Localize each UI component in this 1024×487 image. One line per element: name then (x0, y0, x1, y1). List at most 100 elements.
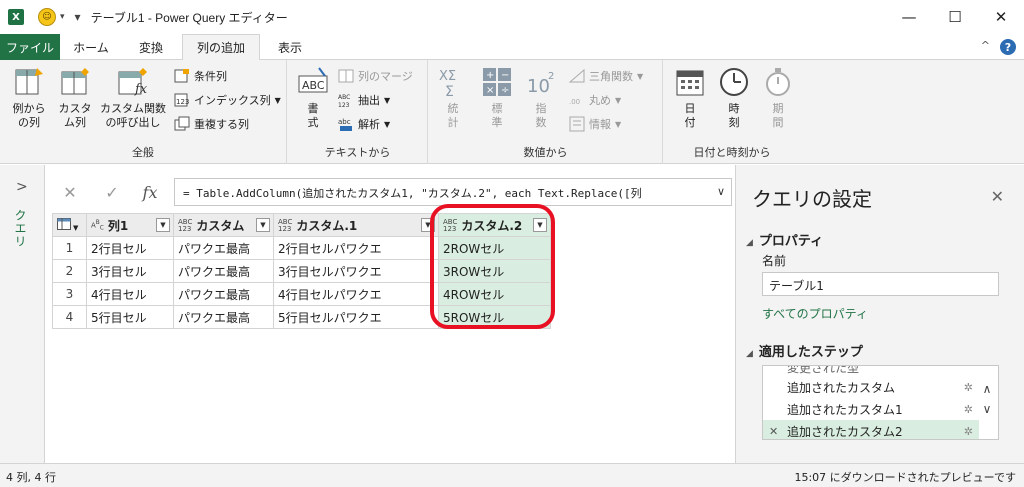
stopwatch-icon (762, 66, 794, 98)
format-label: 書 式 (307, 102, 319, 129)
row-number[interactable]: 4 (52, 305, 87, 329)
minimize-button[interactable]: — (886, 0, 932, 34)
table-cell[interactable]: パワクエ最高 (173, 259, 274, 283)
column-filter-button[interactable]: ▼ (256, 218, 270, 232)
cancel-formula-icon[interactable]: ✕ (58, 180, 82, 204)
column-filter-button[interactable]: ▼ (156, 218, 170, 232)
table-cell[interactable]: パワクエ最高 (173, 305, 274, 329)
tab-file[interactable]: ファイル (0, 34, 60, 60)
duplicate-column-label: 重複する列 (194, 118, 249, 131)
table-cell[interactable]: 3行目セル (86, 259, 174, 283)
gear-icon[interactable]: ✲ (964, 381, 973, 394)
gear-icon[interactable]: ✲ (964, 403, 973, 416)
table-cell[interactable]: パワクエ最高 (173, 282, 274, 306)
row-number[interactable]: 2 (52, 259, 87, 283)
table-cell[interactable]: 5行目セルパワクエ (273, 305, 439, 329)
column-header-custom1[interactable]: ABC 123 カスタム.1 ▼ (273, 213, 439, 237)
trigonometry-button[interactable]: 三角関数 ▼ (568, 68, 643, 84)
duplicate-column-button[interactable]: 重複する列 (174, 116, 249, 132)
index-column-dropdown-icon[interactable]: ▼ (275, 96, 281, 105)
invoke-custom-function-button[interactable]: fx カスタム関数 の呼び出し (96, 66, 170, 130)
index-column-label: インデックス列 (194, 94, 271, 107)
help-icon[interactable]: ? (1000, 39, 1016, 55)
statistics-button[interactable]: XΣ Σ 統 計 (435, 66, 471, 130)
applied-steps-section[interactable]: ◢ 適用したステップ (746, 341, 863, 360)
scroll-up-icon[interactable]: ∧ (983, 382, 992, 396)
table-cell[interactable]: 2行目セル (86, 236, 174, 260)
extract-button[interactable]: ABC 123 抽出 ▼ (338, 92, 390, 109)
tab-add-column[interactable]: 列の追加 (182, 34, 260, 61)
date-button[interactable]: 日 付 (672, 66, 708, 130)
information-button[interactable]: 情報 ▼ (569, 116, 621, 132)
collapse-triangle-icon[interactable]: ◢ (746, 238, 753, 248)
table-cell[interactable]: 2行目セルパワクエ (273, 236, 439, 260)
feedback-smiley-icon[interactable]: ☺ (38, 8, 56, 26)
parse-dropdown-icon[interactable]: ▼ (384, 120, 390, 129)
collapse-ribbon-icon[interactable]: ^ (981, 39, 990, 52)
table-menu-icon[interactable]: ▼ (52, 213, 87, 237)
confirm-formula-icon[interactable]: ✓ (100, 180, 124, 204)
expand-formula-icon[interactable]: ∨ (717, 185, 725, 198)
type-any-icon[interactable]: ABC 123 (178, 219, 192, 233)
table-cell[interactable]: 4行目セルパワクエ (273, 282, 439, 306)
gear-icon[interactable]: ✲ (964, 425, 973, 438)
smiley-dropdown-icon[interactable]: ▾ (60, 12, 65, 22)
queries-pane-label[interactable]: クエリ (12, 209, 29, 248)
standard-label: 標 準 (491, 102, 503, 129)
format-button[interactable]: ABC 書 式 (296, 66, 330, 130)
row-number[interactable]: 1 (52, 236, 87, 260)
step-item-selected[interactable]: ✕ 追加されたカスタム2 ✲ (763, 420, 979, 439)
type-any-icon[interactable]: ABC 123 (278, 219, 292, 233)
query-settings-title: クエリの設定 (752, 187, 872, 211)
merge-columns-button[interactable]: 列のマージ (338, 68, 413, 84)
scientific-label: 指 数 (535, 102, 547, 129)
scientific-button[interactable]: 10 2 指 数 (523, 66, 559, 130)
step-item[interactable]: 追加されたカスタム1 ✲ (763, 398, 979, 420)
preview-download-status: 15:07 にダウンロードされたプレビューです (794, 471, 1016, 484)
standard-button[interactable]: + − × ÷ 標 準 (479, 66, 515, 130)
duration-label: 期 間 (772, 102, 784, 129)
delete-step-icon[interactable]: ✕ (769, 425, 778, 438)
duplicate-column-icon (174, 116, 190, 132)
expand-queries-icon[interactable]: > (16, 179, 28, 195)
column-header-col1[interactable]: ABC 列1 ▼ (86, 213, 174, 237)
formula-text: = Table.AddColumn(追加されたカスタム1, "カスタム.2", … (183, 187, 642, 200)
steps-scrollbar[interactable]: ∧ ∨ (978, 368, 996, 416)
maximize-button[interactable]: ☐ (932, 0, 978, 34)
svg-text:2: 2 (548, 71, 554, 82)
quick-access-customize-icon[interactable]: ▾ (75, 10, 81, 24)
index-column-button[interactable]: 123 インデックス列 ▼ (174, 92, 281, 108)
type-text-icon[interactable]: ABC (91, 220, 104, 233)
conditional-column-button[interactable]: 条件列 (174, 68, 227, 84)
row-column-count: 4 列, 4 行 (6, 471, 56, 484)
table-cell[interactable]: 3行目セルパワクエ (273, 259, 439, 283)
all-properties-link[interactable]: すべてのプロパティ (762, 305, 868, 322)
table-cell[interactable]: パワクエ最高 (173, 236, 274, 260)
parse-label: 解析 (358, 118, 380, 131)
tab-view[interactable]: 表示 (262, 34, 318, 60)
tab-home[interactable]: ホーム (62, 34, 120, 60)
step-item[interactable]: 追加されたカスタム ✲ (763, 376, 979, 398)
extract-label: 抽出 (358, 94, 380, 107)
properties-section[interactable]: ◢ プロパティ (746, 230, 823, 249)
table-cell[interactable]: 4行目セル (86, 282, 174, 306)
duration-button[interactable]: 期 間 (760, 66, 796, 130)
scroll-down-icon[interactable]: ∨ (983, 402, 992, 416)
table-cell[interactable]: 5行目セル (86, 305, 174, 329)
row-number[interactable]: 3 (52, 282, 87, 306)
column-header-custom[interactable]: ABC 123 カスタム ▼ (173, 213, 274, 237)
column-from-examples-button[interactable]: 例から の列 (6, 66, 52, 130)
extract-dropdown-icon[interactable]: ▼ (384, 96, 390, 105)
query-name-input[interactable]: テーブル1 (762, 272, 999, 296)
time-button[interactable]: 時 刻 (716, 66, 752, 130)
custom-column-button[interactable]: カスタ ム列 (54, 66, 96, 130)
tab-transform[interactable]: 変換 (122, 34, 180, 60)
formula-input[interactable]: = Table.AddColumn(追加されたカスタム1, "カスタム.2", … (174, 178, 732, 206)
formula-bar: ✕ ✓ fx = Table.AddColumn(追加されたカスタム1, "カス… (52, 176, 732, 208)
collapse-triangle-icon[interactable]: ◢ (746, 349, 753, 359)
close-settings-icon[interactable]: ✕ (991, 187, 1004, 206)
close-window-button[interactable]: ✕ (978, 0, 1024, 34)
parse-button[interactable]: abc 解析 ▼ (338, 116, 390, 132)
rounding-button[interactable]: .00 丸め ▼ (569, 92, 621, 108)
fx-icon[interactable]: fx (138, 180, 162, 204)
